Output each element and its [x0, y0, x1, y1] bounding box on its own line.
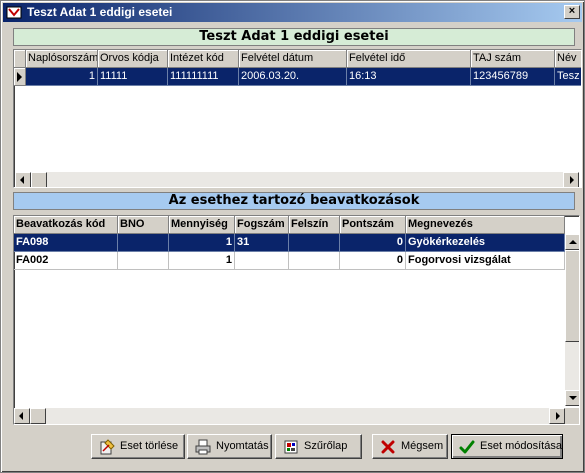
procedures-heading: Az esethez tartozó beavatkozások [13, 192, 575, 210]
table-cell[interactable]: 31 [235, 234, 289, 252]
column-header[interactable]: Pontszám [340, 216, 406, 234]
scroll-thumb[interactable] [30, 408, 46, 424]
arrow-left-icon [20, 176, 24, 184]
procedures-vertical-scrollbar[interactable] [565, 234, 579, 406]
table-cell[interactable]: Gyökérkezelés [406, 234, 565, 252]
table-cell[interactable] [118, 252, 169, 270]
table-cell[interactable]: 0 [340, 252, 406, 270]
table-cell[interactable]: 1 [169, 252, 235, 270]
delete-case-label: Eset törlése [120, 440, 179, 452]
cases-heading: Teszt Adat 1 eddigi esetei [13, 28, 575, 46]
table-cell[interactable]: 16:13 [347, 68, 471, 86]
column-header[interactable]: Intézet kód [168, 50, 239, 68]
column-header[interactable]: BNO [118, 216, 169, 234]
delete-case-icon [100, 439, 115, 455]
procedures-table[interactable]: Beavatkozás kód BNO Mennyiség Fogszám Fe… [13, 215, 580, 425]
header-corner [14, 50, 26, 68]
red-x-icon [381, 440, 395, 454]
scroll-thumb[interactable] [31, 172, 47, 187]
scroll-right-button[interactable] [563, 172, 579, 187]
modify-case-button[interactable]: Eset módosítása [451, 434, 563, 459]
screening-label: Szűrőlap [304, 440, 348, 452]
delete-case-button[interactable]: Eset törlése [91, 434, 185, 459]
cancel-button[interactable]: Mégsem [372, 434, 448, 459]
table-cell[interactable]: 1 [169, 234, 235, 252]
table-cell[interactable]: 123456789 [471, 68, 555, 86]
column-header[interactable]: TAJ szám [471, 50, 555, 68]
scroll-thumb[interactable] [565, 250, 579, 342]
table-cell[interactable]: FA002 [14, 252, 118, 270]
print-button[interactable]: Nyomtatás [187, 434, 272, 459]
column-header[interactable]: Mennyiség [169, 216, 235, 234]
table-cell[interactable] [118, 234, 169, 252]
scroll-left-button[interactable] [15, 172, 31, 187]
table-cell[interactable]: Tesz [555, 68, 581, 86]
table-cell[interactable] [289, 252, 340, 270]
arrow-right-icon [570, 176, 574, 184]
scroll-right-button[interactable] [549, 408, 565, 424]
row-indicator[interactable] [14, 68, 26, 86]
modify-case-label: Eset módosítása [480, 440, 562, 452]
printer-icon [195, 439, 211, 455]
table-cell[interactable]: 2006.03.20. [239, 68, 347, 86]
column-header[interactable]: Fogszám [235, 216, 289, 234]
table-cell[interactable]: 0 [340, 234, 406, 252]
current-row-arrow-icon [17, 72, 22, 82]
column-header[interactable]: Megnevezés [406, 216, 565, 234]
dialog-window: Teszt Adat 1 eddigi esetei × Teszt Adat … [0, 0, 585, 473]
table-cell[interactable] [289, 234, 340, 252]
window-title: Teszt Adat 1 eddigi esetei [27, 5, 173, 19]
print-label: Nyomtatás [216, 440, 269, 452]
cancel-label: Mégsem [401, 440, 444, 452]
table-cell[interactable]: 111111111 [168, 68, 239, 86]
column-header[interactable]: Felvétel dátum [239, 50, 347, 68]
arrow-up-icon [569, 240, 577, 244]
procedures-horizontal-scrollbar[interactable] [14, 408, 565, 424]
column-header[interactable]: Naplósorszám [26, 50, 98, 68]
table-cell[interactable]: 1 [26, 68, 98, 86]
column-header[interactable]: Felszín [289, 216, 340, 234]
arrow-right-icon [556, 412, 560, 420]
scroll-down-button[interactable] [565, 390, 579, 406]
arrow-left-icon [19, 412, 23, 420]
table-cell[interactable] [235, 252, 289, 270]
table-cell[interactable]: FA098 [14, 234, 118, 252]
screening-sheet-button[interactable]: Szűrőlap [275, 434, 362, 459]
arrow-down-icon [569, 396, 577, 400]
scrollbar-corner [565, 408, 579, 424]
scroll-left-button[interactable] [14, 408, 30, 424]
title-bar[interactable]: Teszt Adat 1 eddigi esetei × [3, 3, 582, 22]
close-button[interactable]: × [564, 5, 580, 19]
scroll-up-button[interactable] [565, 234, 579, 250]
column-header[interactable]: Név [555, 50, 581, 68]
column-header[interactable]: Beavatkozás kód [14, 216, 118, 234]
screening-icon [284, 440, 298, 454]
table-cell[interactable]: Fogorvosi vizsgálat [406, 252, 565, 270]
column-header[interactable]: Orvos kódja [98, 50, 168, 68]
green-check-icon [459, 440, 475, 454]
cases-horizontal-scrollbar[interactable] [15, 172, 579, 187]
column-header[interactable]: Felvétel idő [347, 50, 471, 68]
app-icon [6, 6, 22, 19]
cases-table[interactable]: Naplósorszám Orvos kódja Intézet kód Fel… [13, 49, 582, 188]
table-cell[interactable]: 11111 [98, 68, 168, 86]
